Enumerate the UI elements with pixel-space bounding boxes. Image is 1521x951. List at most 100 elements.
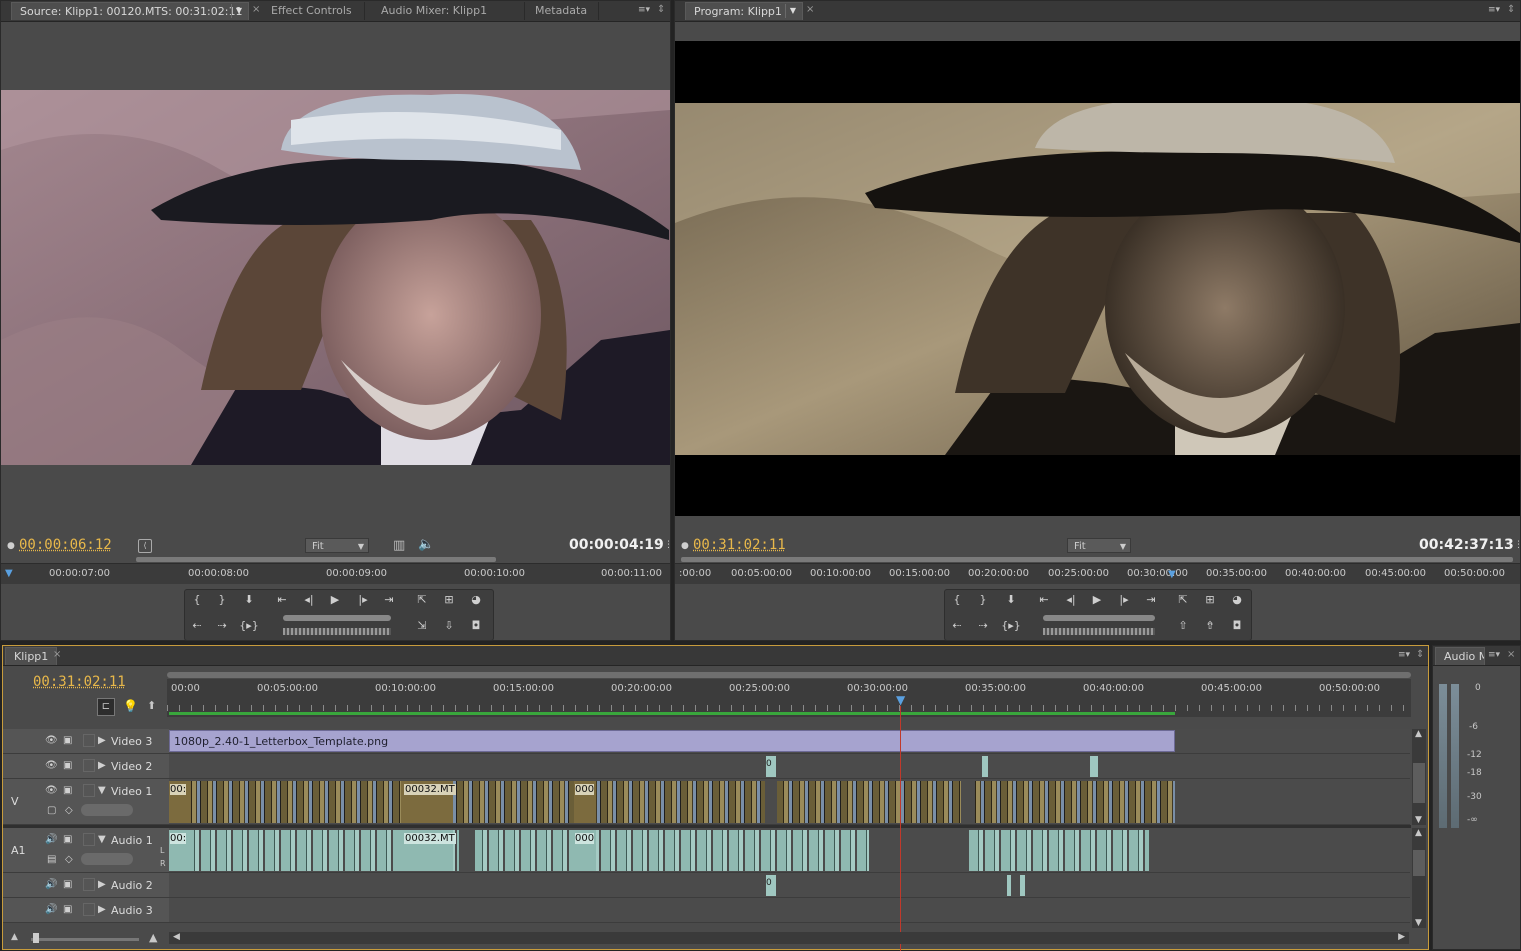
source-settings-icon[interactable]: ⟨ bbox=[138, 539, 152, 553]
audio1-clip[interactable]: 000 bbox=[574, 830, 596, 871]
expand-icon[interactable]: ▶ bbox=[98, 879, 106, 890]
sync-lock-icon[interactable]: ▣ bbox=[63, 904, 72, 915]
sync-lock-icon[interactable]: ▣ bbox=[63, 879, 72, 890]
play-icon[interactable]: ▶ bbox=[324, 590, 346, 610]
output-icon[interactable]: ◕ bbox=[1226, 590, 1248, 610]
work-area-bar[interactable] bbox=[169, 712, 1175, 715]
target-v[interactable]: V bbox=[11, 795, 19, 808]
eye-icon[interactable]: 👁 bbox=[45, 760, 58, 771]
scroll-thumb[interactable] bbox=[1413, 763, 1425, 803]
source-fit-select[interactable]: Fit ▼ bbox=[305, 538, 369, 553]
scroll-down-icon[interactable]: ▼ bbox=[1415, 815, 1422, 825]
close-icon[interactable]: × bbox=[806, 4, 814, 15]
audio1-clip[interactable]: 00: bbox=[169, 830, 191, 871]
tab-program[interactable]: Program: Klipp1 ▼ bbox=[685, 2, 803, 20]
source-time-ruler[interactable]: 00:00:07:00 00:00:08:00 00:00:09:00 00:0… bbox=[1, 563, 670, 584]
speaker-icon[interactable]: 🔊 bbox=[45, 834, 57, 845]
video-track-scrollbar[interactable]: ▲ ▼ bbox=[1412, 729, 1426, 825]
close-icon[interactable]: × bbox=[53, 649, 61, 660]
play-in-out-icon[interactable]: {▸} bbox=[1000, 616, 1022, 636]
keyframe-diamond-icon[interactable]: ◇ bbox=[65, 854, 73, 865]
program-time-ruler[interactable]: :00:00 00:05:00:00 00:10:00:00 00:15:00:… bbox=[675, 563, 1520, 584]
timeline-zoom-bar[interactable] bbox=[167, 672, 1411, 678]
horizontal-scrollbar[interactable]: ◀ ▶ bbox=[169, 932, 1409, 944]
mark-in-icon[interactable]: { bbox=[946, 590, 968, 610]
program-fit-select[interactable]: Fit ▼ bbox=[1067, 538, 1131, 553]
timeline-playhead-icon[interactable]: ▼ bbox=[896, 693, 905, 707]
drag-video-icon[interactable]: ▥ bbox=[393, 538, 405, 553]
audio-track-scrollbar[interactable]: ▲ ▼ bbox=[1412, 828, 1426, 928]
video1-clip[interactable]: 000 bbox=[574, 781, 596, 823]
lane-audio1[interactable]: 00032.MT 000 00: bbox=[169, 828, 1410, 873]
play-icon[interactable]: ▶ bbox=[1086, 590, 1108, 610]
panel-menu-icon[interactable]: ≡▾ bbox=[637, 5, 651, 15]
scale-icon[interactable]: ⋮⋮ bbox=[1505, 540, 1521, 550]
program-zoom-bar[interactable] bbox=[681, 557, 1513, 562]
video1-clip[interactable]: 00: bbox=[169, 781, 191, 823]
audio2-clip[interactable] bbox=[1020, 875, 1025, 896]
output-icon[interactable]: ◕ bbox=[465, 590, 487, 610]
keyframe-nav[interactable] bbox=[81, 853, 133, 865]
lane-audio3[interactable] bbox=[169, 898, 1410, 923]
timeline-current-timecode[interactable]: 00:31:02:11 bbox=[33, 674, 126, 690]
lane-video2[interactable]: 0 bbox=[169, 754, 1410, 779]
extract-icon[interactable]: ⇮ bbox=[1199, 616, 1221, 636]
lift-edit-icon[interactable]: ⇧ bbox=[1172, 616, 1194, 636]
lane-video3[interactable]: 1080p_2.40-1_Letterbox_Template.png bbox=[169, 729, 1410, 754]
scroll-up-icon[interactable]: ▲ bbox=[1415, 828, 1422, 838]
audio2-clip[interactable] bbox=[1007, 875, 1011, 896]
chevron-down-icon[interactable]: ▼ bbox=[785, 4, 800, 18]
scroll-arrows-icon[interactable]: ⇕ bbox=[1416, 649, 1424, 660]
eye-icon[interactable]: 👁 bbox=[45, 735, 58, 746]
clear-out-icon[interactable]: ⇢ bbox=[972, 616, 994, 636]
lock-icon[interactable] bbox=[83, 784, 95, 797]
scroll-thumb[interactable] bbox=[1413, 850, 1425, 876]
step-back-icon[interactable]: ◂| bbox=[1060, 590, 1082, 610]
go-to-in-icon[interactable]: ⇤ bbox=[271, 590, 293, 610]
lock-icon[interactable] bbox=[83, 878, 95, 891]
source-zoom-bar[interactable] bbox=[136, 557, 496, 562]
step-forward-icon[interactable]: |▸ bbox=[352, 590, 374, 610]
go-to-out-icon[interactable]: ⇥ bbox=[1140, 590, 1162, 610]
sync-lock-icon[interactable]: ▣ bbox=[63, 735, 72, 746]
lane-audio2[interactable]: 0 bbox=[169, 873, 1410, 898]
camera-icon[interactable]: ◘ bbox=[1226, 616, 1248, 636]
close-icon[interactable]: × bbox=[252, 4, 260, 15]
mark-in-icon[interactable]: { bbox=[186, 590, 208, 610]
tab-audio-meter[interactable]: Audio M bbox=[1435, 647, 1485, 665]
expand-icon[interactable]: ▶ bbox=[98, 735, 106, 746]
eye-icon[interactable]: 👁 bbox=[45, 785, 58, 796]
safe-margins-icon[interactable]: ⊞ bbox=[438, 590, 460, 610]
collapse-icon[interactable]: ▼ bbox=[98, 834, 106, 845]
sync-lock-icon[interactable]: ▣ bbox=[63, 785, 72, 796]
program-playhead-icon[interactable]: ▼ bbox=[1168, 569, 1176, 580]
clear-in-icon[interactable]: ⇠ bbox=[186, 616, 208, 636]
close-icon[interactable]: × bbox=[1507, 649, 1515, 660]
program-current-timecode[interactable]: 00:31:02:11 bbox=[693, 537, 786, 553]
scale-icon[interactable]: ⋮⋮ bbox=[655, 540, 673, 550]
zoom-slider[interactable] bbox=[31, 938, 139, 941]
audio1-clips[interactable] bbox=[169, 830, 1149, 871]
keyframe-icon[interactable]: 💡 bbox=[123, 699, 138, 713]
zoom-thumb[interactable] bbox=[33, 933, 39, 943]
speaker-icon[interactable]: 🔊 bbox=[45, 879, 57, 890]
shuttle-slider[interactable] bbox=[283, 615, 391, 621]
audio2-clip[interactable]: 0 bbox=[766, 875, 776, 896]
tab-metadata[interactable]: Metadata bbox=[527, 2, 599, 20]
camera-icon[interactable]: ◘ bbox=[465, 616, 487, 636]
video1-clip[interactable]: 00032.MT bbox=[401, 781, 453, 823]
scroll-right-icon[interactable]: ▶ bbox=[1398, 932, 1405, 942]
snap-icon[interactable]: ⊏ bbox=[97, 698, 115, 716]
tab-audio-mixer[interactable]: Audio Mixer: Klipp1 bbox=[373, 2, 525, 20]
speaker-icon[interactable]: 🔊 bbox=[45, 904, 57, 915]
playhead-line[interactable] bbox=[900, 706, 901, 951]
scroll-left-icon[interactable]: ◀ bbox=[173, 932, 180, 942]
timeline-time-ruler[interactable]: 00:00 00:05:00:00 00:10:00:00 00:15:00:0… bbox=[167, 679, 1411, 717]
video1-clips[interactable] bbox=[169, 781, 1175, 823]
step-forward-icon[interactable]: |▸ bbox=[1113, 590, 1135, 610]
chevron-down-icon[interactable]: ▼ bbox=[231, 4, 246, 18]
audio1-clip[interactable]: 00032.MT bbox=[401, 830, 453, 871]
add-marker-icon[interactable]: ⬇ bbox=[1000, 590, 1022, 610]
insert-icon[interactable]: ⇱ bbox=[411, 590, 433, 610]
clear-in-icon[interactable]: ⇠ bbox=[946, 616, 968, 636]
